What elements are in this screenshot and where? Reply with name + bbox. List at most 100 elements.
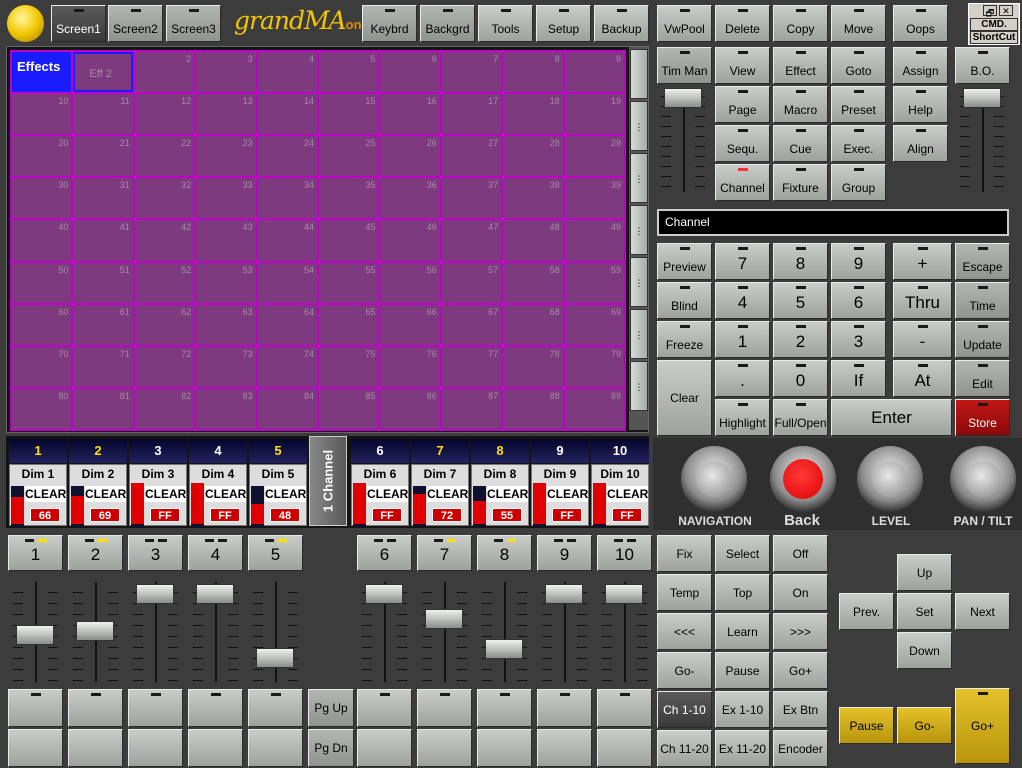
executor-button-bottom[interactable] [357,729,412,767]
btn-ex-btn[interactable]: Ex Btn [773,691,828,728]
executor-button-bottom[interactable] [8,729,63,767]
btn-xxx[interactable]: <<< [657,613,712,650]
btn-nav-set[interactable]: Set [897,593,952,630]
executor-1[interactable]: Dim 1 CLEAR 66 [9,464,67,527]
effects-title-cell[interactable]: Effects [12,52,72,93]
btn-on[interactable]: On [773,574,828,611]
pan-tilt-encoder[interactable] [950,446,1016,512]
effect-cell[interactable]: 38 [503,178,563,219]
btn-page[interactable]: Page [715,86,770,123]
key-7[interactable]: 7 [715,243,770,280]
effect-cell[interactable]: 37 [441,178,502,219]
key-if[interactable]: If [831,360,886,397]
executor-button-lower[interactable] [128,689,183,727]
tab-screen3[interactable]: Screen3 [166,5,221,42]
effect-cell[interactable]: 17 [441,94,502,135]
fader-button-4[interactable]: 4 [188,535,243,571]
btn-enter[interactable]: Enter [831,399,952,436]
master-fader-knob[interactable] [664,88,702,108]
restore-icon[interactable]: 🗗 [983,5,997,18]
btn-goto[interactable]: Goto [831,47,886,84]
effect-cell[interactable]: 23 [196,136,256,177]
effect-cell[interactable]: 76 [380,346,440,387]
executor-button-lower[interactable] [537,689,592,727]
btn-nav-down[interactable]: Down [897,632,952,669]
key-6[interactable]: 6 [831,282,886,319]
effect-cell[interactable]: 18 [503,94,563,135]
executor-button-lower[interactable] [8,689,63,727]
effect-cell[interactable]: 50 [12,262,72,303]
executor-button-bottom[interactable] [128,729,183,767]
fader-button-5[interactable]: 5 [248,535,303,571]
effect-cell[interactable]: 57 [441,262,502,303]
fader-button-8[interactable]: 8 [477,535,532,571]
tab-tools[interactable]: Tools [478,5,533,42]
effect-cell[interactable]: 52 [134,262,195,303]
tab-keybrd[interactable]: Keybrd [362,5,417,42]
effect-cell[interactable]: 69 [564,304,624,345]
effect-cell[interactable]: 42 [134,220,195,261]
key-8[interactable]: 8 [773,243,828,280]
effect-cell[interactable]: 70 [12,346,72,387]
btn-blind[interactable]: Blind [657,282,712,319]
btn-encoder[interactable]: Encoder [773,730,828,767]
btn-fix[interactable]: Fix [657,535,712,572]
fader-knob[interactable] [136,584,174,604]
fader-knob[interactable] [425,609,463,629]
btn-preview[interactable]: Preview [657,243,712,280]
btn-store[interactable]: Store [955,399,1010,436]
effect-cell[interactable]: 7 [441,52,502,93]
btn-tim-man[interactable]: Tim Man [657,47,712,84]
btn-preset[interactable]: Preset [831,86,886,123]
btn-sequ[interactable]: Sequ. [715,125,770,162]
effect-cell[interactable]: 51 [73,262,133,303]
effect-cell[interactable]: 82 [134,388,195,429]
btn-group[interactable]: Group [831,164,886,201]
effect-cell[interactable]: 41 [73,220,133,261]
fader-knob[interactable] [256,648,294,668]
key-dot[interactable]: . [715,360,770,397]
effect-cell[interactable]: 71 [73,346,133,387]
effect-cell[interactable]: 39 [564,178,624,219]
effect-cell[interactable]: 22 [134,136,195,177]
btn-go+[interactable]: Go+ [773,652,828,689]
effect-cell[interactable]: 88 [503,388,563,429]
effect-cell[interactable]: 87 [441,388,502,429]
effect-cell[interactable]: 20 [12,136,72,177]
fader-knob[interactable] [196,584,234,604]
fader-button-6[interactable]: 6 [357,535,412,571]
btn-top[interactable]: Top [715,574,770,611]
power-orb[interactable] [7,5,44,42]
btn-go-minus[interactable]: Go- [897,707,952,744]
effect-cell[interactable]: 65 [319,304,379,345]
btn-ch-11-20[interactable]: Ch 11-20 [657,730,712,767]
effect-cell[interactable]: 53 [196,262,256,303]
effect-cell[interactable]: 26 [380,136,440,177]
effect-cell[interactable]: 61 [73,304,133,345]
effect-cell[interactable]: 40 [12,220,72,261]
effect-cell[interactable]: 75 [319,346,379,387]
back-encoder[interactable] [770,446,836,512]
effect-cell[interactable]: 74 [257,346,317,387]
effect-cell[interactable]: 62 [134,304,195,345]
fader-button-9[interactable]: 9 [537,535,592,571]
shortcut-button[interactable]: ShortCut [970,31,1018,44]
key-at[interactable]: At [893,360,952,397]
btn-time[interactable]: Time [955,282,1010,319]
master-fader-knob[interactable] [963,88,1001,108]
fader-knob[interactable] [16,625,54,645]
executor-6[interactable]: Dim 6 CLEAR FF [351,464,409,527]
executor-button-bottom[interactable] [537,729,592,767]
effect-cell[interactable]: 29 [564,136,624,177]
effect-cell[interactable]: 2 [134,52,195,93]
btn-clear[interactable]: Clear [657,360,712,436]
executor-button-lower[interactable] [477,689,532,727]
effect-cell[interactable]: 85 [319,388,379,429]
effect-cell[interactable]: 56 [380,262,440,303]
executor-5[interactable]: Dim 5 CLEAR 48 [249,464,307,527]
command-line[interactable]: Channel [657,209,1009,236]
btn-oops[interactable]: Oops [893,5,948,42]
executor-button-bottom[interactable] [597,729,652,767]
level-encoder[interactable] [857,446,923,512]
effect-cell[interactable]: 45 [319,220,379,261]
